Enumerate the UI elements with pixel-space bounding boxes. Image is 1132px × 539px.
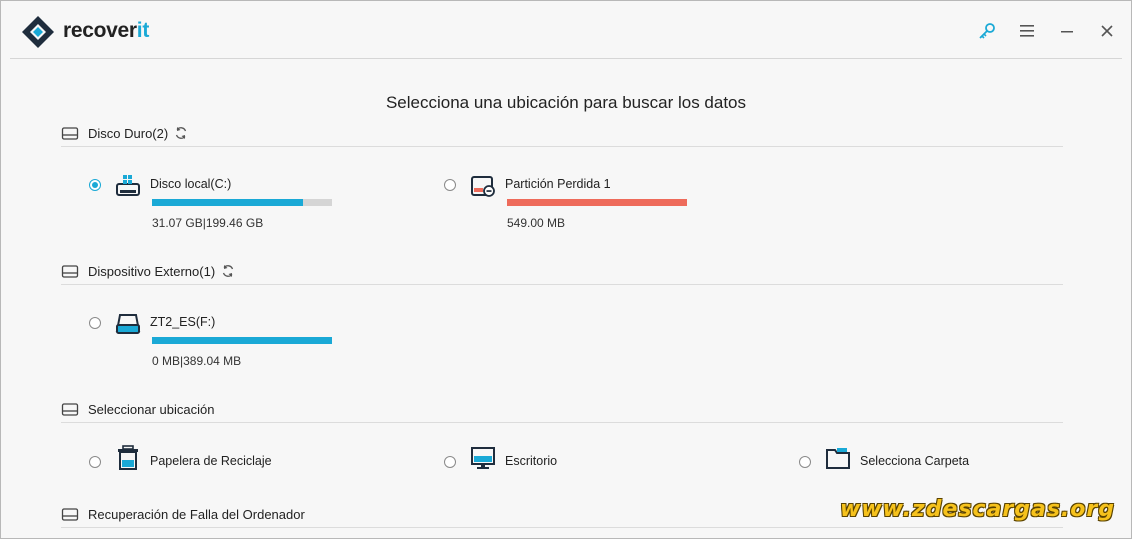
location-label: Selecciona Carpeta xyxy=(860,454,970,468)
section-divider xyxy=(61,146,1063,147)
brand-name: recoverit xyxy=(63,19,149,43)
minimize-icon xyxy=(1061,31,1073,33)
section-divider xyxy=(61,284,1063,285)
radio-select-folder[interactable] xyxy=(799,456,811,468)
drive-item-local-c[interactable]: Disco local(C:) 31.07 GB|199.46 GB xyxy=(89,173,389,230)
section-divider xyxy=(61,422,1063,423)
radio-lost-partition[interactable] xyxy=(444,179,456,191)
hard-drive-icon xyxy=(61,265,79,278)
desktop-icon xyxy=(471,447,495,469)
section-header-crash: Recuperación de Falla del Ordenador xyxy=(61,503,305,525)
drive-label: ZT2_ES(F:) xyxy=(150,315,216,329)
refresh-icon[interactable] xyxy=(174,126,188,140)
drive-label: Partición Perdida 1 xyxy=(505,177,611,191)
section-label-hard-disk: Disco Duro(2) xyxy=(88,125,169,141)
key-icon xyxy=(979,23,995,39)
watermark-text: www.zdescargas.org xyxy=(840,497,1115,522)
key-button[interactable] xyxy=(977,21,997,41)
radio-external-f[interactable] xyxy=(89,317,101,329)
section-header-external: Dispositivo Externo(1) xyxy=(61,260,235,282)
external-drive-icon xyxy=(115,314,141,334)
title-bar: recoverit xyxy=(1,1,1131,59)
drive-size: 0 MB|389.04 MB xyxy=(152,354,242,368)
section-header-location: Seleccionar ubicación xyxy=(61,398,214,420)
radio-recycle-bin[interactable] xyxy=(89,456,101,468)
hamburger-menu-icon xyxy=(1020,25,1034,37)
usage-bar-fill xyxy=(152,199,304,206)
section-select-location: Seleccionar ubicación Papelera de Recicl… xyxy=(61,398,1063,488)
usage-bar xyxy=(152,337,332,344)
usage-bar-fill xyxy=(507,199,687,206)
local-disk-icon xyxy=(116,175,140,196)
location-item-select-folder[interactable]: Selecciona Carpeta xyxy=(799,448,1059,478)
radio-local-c[interactable] xyxy=(89,179,101,191)
menu-button[interactable] xyxy=(1017,21,1037,41)
section-header-hard-disk: Disco Duro(2) xyxy=(61,122,188,144)
drive-item-external-f[interactable]: ZT2_ES(F:) 0 MB|389.04 MB xyxy=(89,311,389,368)
hard-drive-icon xyxy=(61,403,79,416)
hard-drive-icon xyxy=(61,508,79,521)
location-label: Papelera de Reciclaje xyxy=(150,454,272,468)
title-bar-divider xyxy=(10,58,1122,59)
folder-icon xyxy=(826,448,850,469)
recoverit-logo-icon xyxy=(22,16,54,48)
section-label-crash: Recuperación de Falla del Ordenador xyxy=(88,506,305,522)
recycle-bin-icon xyxy=(118,445,138,470)
location-label: Escritorio xyxy=(505,454,558,468)
section-divider xyxy=(61,527,1063,528)
brand-part-it: it xyxy=(136,19,150,42)
minimize-button[interactable] xyxy=(1057,21,1077,41)
usage-bar-fill xyxy=(152,337,332,344)
drive-size: 31.07 GB|199.46 GB xyxy=(152,216,264,230)
location-item-desktop[interactable]: Escritorio xyxy=(444,447,744,478)
drive-label: Disco local(C:) xyxy=(150,177,232,191)
drive-size: 549.00 MB xyxy=(507,216,566,230)
app-window: recoverit Selecciona una ubicación para … xyxy=(0,0,1132,539)
close-icon xyxy=(1101,25,1113,37)
section-hard-disk: Disco Duro(2) Disco local(C:) 31.07 GB|1… xyxy=(61,122,1063,252)
hard-drive-icon xyxy=(61,127,79,140)
usage-bar xyxy=(152,199,332,206)
lost-partition-icon xyxy=(471,176,495,197)
page-title: Selecciona una ubicación para buscar los… xyxy=(385,93,747,112)
usage-bar xyxy=(507,199,687,206)
radio-desktop[interactable] xyxy=(444,456,456,468)
location-item-recycle-bin[interactable]: Papelera de Reciclaje xyxy=(89,445,389,478)
brand-part-recover: recover xyxy=(63,19,137,42)
section-external: Dispositivo Externo(1) ZT2_ES(F:) 0 MB|3… xyxy=(61,260,1063,390)
section-label-external: Dispositivo Externo(1) xyxy=(88,263,216,279)
close-button[interactable] xyxy=(1097,21,1117,41)
section-label-location: Seleccionar ubicación xyxy=(88,401,215,417)
refresh-icon[interactable] xyxy=(221,264,235,278)
drive-item-lost-partition[interactable]: Partición Perdida 1 549.00 MB xyxy=(444,173,744,230)
